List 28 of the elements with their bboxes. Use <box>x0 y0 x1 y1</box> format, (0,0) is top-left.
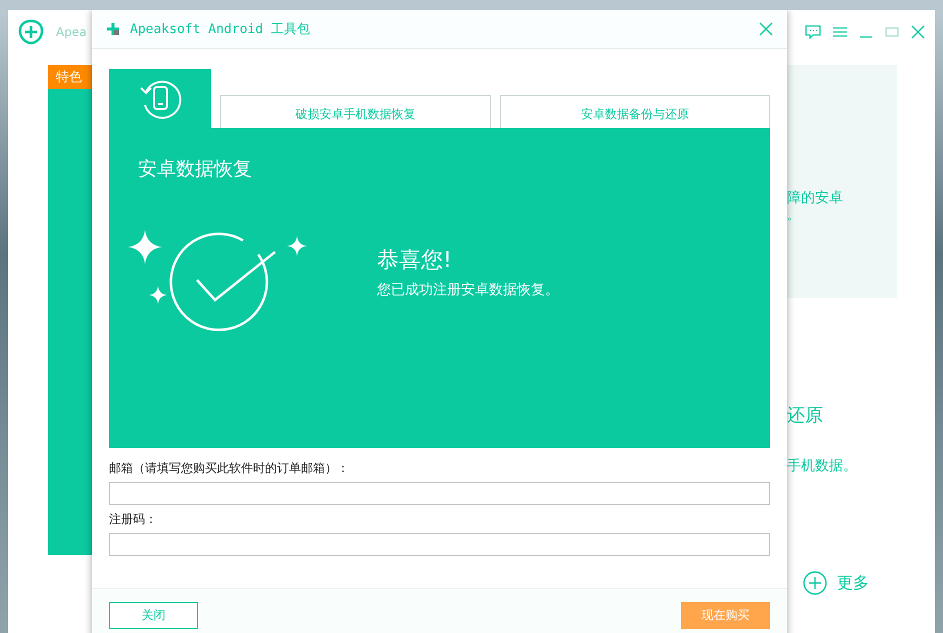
field-label: 邮箱（请填写您购买此软件时的订单邮箱）： <box>109 460 350 477</box>
success-headline: 恭喜您! <box>377 247 453 275</box>
buy-now-button[interactable]: 现在购买 <box>681 602 770 629</box>
success-message: 您已成功注册安卓数据恢复。 <box>377 281 559 299</box>
dialog-title: Apeaksoft Android 工具包 <box>130 21 310 38</box>
feature-badge: 特色 <box>48 65 92 89</box>
plus-shield-icon <box>18 19 44 45</box>
card-text: 。 <box>787 207 800 224</box>
feature-tab[interactable]: 安卓数据备份与还原 <box>500 95 770 128</box>
maximize-icon[interactable] <box>885 26 899 38</box>
more-link[interactable]: 更多 <box>837 572 869 594</box>
field-label: 注册码： <box>109 511 158 528</box>
plus-circle-icon[interactable] <box>803 571 827 595</box>
chat-icon[interactable] <box>805 25 821 39</box>
close-button[interactable]: 关闭 <box>109 602 198 629</box>
feature-tab[interactable]: 破损安卓手机数据恢复 <box>220 95 490 128</box>
close-icon[interactable] <box>759 22 773 36</box>
menu-icon[interactable] <box>833 27 847 37</box>
input-field[interactable] <box>109 482 770 505</box>
app-title: Apea <box>56 25 87 39</box>
recovery-tab[interactable] <box>109 69 211 128</box>
panel-title: 安卓数据恢复 <box>138 157 253 182</box>
input-field[interactable] <box>109 533 770 556</box>
section-text: 手机数据。 <box>787 457 858 475</box>
card-text: 障的安卓 <box>787 189 844 207</box>
plus-logo-icon <box>106 22 120 36</box>
close-icon[interactable] <box>911 25 925 39</box>
section-title: 还原 <box>787 404 824 427</box>
